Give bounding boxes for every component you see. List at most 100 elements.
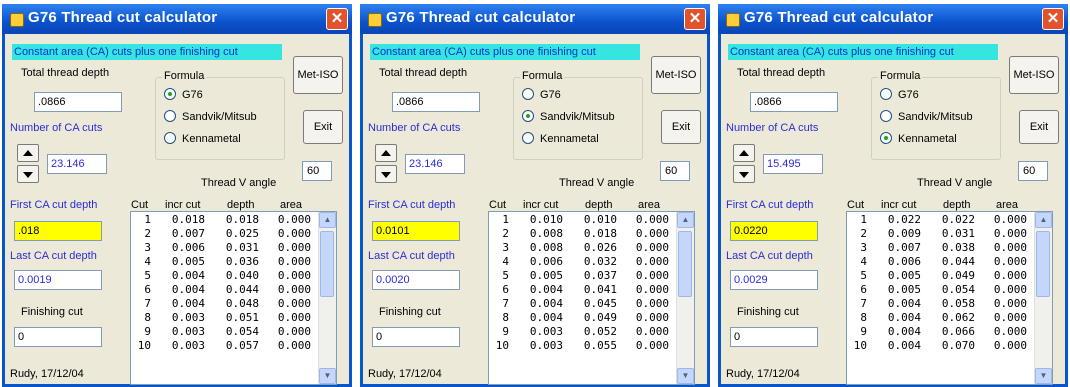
formula-option-kennametal[interactable]: Kennametal xyxy=(164,132,241,145)
list-row[interactable]: 9 0.004 0.066 0.000 xyxy=(851,325,1033,339)
list-row[interactable]: 8 0.003 0.051 0.000 xyxy=(135,311,317,325)
spin-up-button[interactable] xyxy=(375,144,397,162)
list-cell: 0.004 xyxy=(887,339,921,352)
angle-input[interactable]: 60 xyxy=(302,161,332,181)
list-row[interactable]: 3 0.007 0.038 0.000 xyxy=(851,241,1033,255)
total-depth-input[interactable]: .0866 xyxy=(750,92,838,112)
exit-button[interactable]: Exit xyxy=(1019,110,1059,144)
close-button[interactable]: ✕ xyxy=(1042,8,1064,30)
list-row[interactable]: 7 0.004 0.048 0.000 xyxy=(135,297,317,311)
radio-icon xyxy=(164,88,176,100)
cuts-list[interactable]: 1 0.018 0.018 0.000 2 0.007 0.025 0.000 3 0.006 0.… xyxy=(130,211,337,385)
finishing-input[interactable]: 0 xyxy=(372,327,460,347)
scrollbar[interactable]: ▲ ▼ xyxy=(676,212,694,384)
list-cell: 9 xyxy=(502,325,509,338)
radio-icon xyxy=(880,132,892,144)
exit-button[interactable]: Exit xyxy=(303,110,343,144)
list-row[interactable]: 6 0.004 0.041 0.000 xyxy=(493,283,675,297)
list-row[interactable]: 9 0.003 0.052 0.000 xyxy=(493,325,675,339)
total-depth-input[interactable]: .0866 xyxy=(34,92,122,112)
mode-banner: Constant area (CA) cuts plus one finishi… xyxy=(728,44,998,60)
formula-option-kennametal[interactable]: Kennametal xyxy=(880,132,957,145)
column-header-area: area xyxy=(996,199,1019,211)
list-cell: 0.007 xyxy=(171,227,205,240)
window-title: G76 Thread cut calculator xyxy=(28,9,218,26)
list-row[interactable]: 5 0.005 0.049 0.000 xyxy=(851,269,1033,283)
finishing-input[interactable]: 0 xyxy=(14,327,102,347)
spin-up-button[interactable] xyxy=(733,144,755,162)
list-row[interactable]: 2 0.007 0.025 0.000 xyxy=(135,227,317,241)
scroll-up-icon[interactable]: ▲ xyxy=(1035,212,1052,228)
first-cut-input[interactable]: 0.0101 xyxy=(372,221,460,241)
list-cell: 0.000 xyxy=(277,213,311,226)
cuts-list[interactable]: 1 0.022 0.022 0.000 2 0.009 0.031 0.000 3 0.007 0.… xyxy=(846,211,1053,385)
list-row[interactable]: 8 0.004 0.062 0.000 xyxy=(851,311,1033,325)
spin-down-button[interactable] xyxy=(733,165,755,183)
list-row[interactable]: 4 0.006 0.044 0.000 xyxy=(851,255,1033,269)
first-cut-input[interactable]: .018 xyxy=(14,221,102,241)
list-row[interactable]: 5 0.004 0.040 0.000 xyxy=(135,269,317,283)
scroll-down-icon[interactable]: ▼ xyxy=(319,368,336,384)
cuts-list[interactable]: 1 0.010 0.010 0.000 2 0.008 0.018 0.000 3 0.008 0.… xyxy=(488,211,695,385)
angle-input[interactable]: 60 xyxy=(1018,161,1048,181)
list-cell: 0.000 xyxy=(277,241,311,254)
formula-option-sandvik[interactable]: Sandvik/Mitsub xyxy=(522,110,615,123)
formula-option-g76[interactable]: G76 xyxy=(880,88,919,101)
scroll-up-icon[interactable]: ▲ xyxy=(319,212,336,228)
list-row[interactable]: 4 0.005 0.036 0.000 xyxy=(135,255,317,269)
list-cell: 0.040 xyxy=(225,269,259,282)
list-row[interactable]: 1 0.022 0.022 0.000 xyxy=(851,213,1033,227)
list-row[interactable]: 2 0.008 0.018 0.000 xyxy=(493,227,675,241)
first-cut-input[interactable]: 0.0220 xyxy=(730,221,818,241)
met-iso-button[interactable]: Met-ISO xyxy=(293,56,343,94)
formula-option-sandvik[interactable]: Sandvik/Mitsub xyxy=(164,110,257,123)
list-row[interactable]: 5 0.005 0.037 0.000 xyxy=(493,269,675,283)
list-row[interactable]: 7 0.004 0.045 0.000 xyxy=(493,297,675,311)
close-button[interactable]: ✕ xyxy=(326,8,348,30)
list-row[interactable]: 3 0.008 0.026 0.000 xyxy=(493,241,675,255)
list-row[interactable]: 2 0.009 0.031 0.000 xyxy=(851,227,1033,241)
list-cell: 2 xyxy=(144,227,151,240)
spin-down-button[interactable] xyxy=(375,165,397,183)
scrollbar[interactable]: ▲ ▼ xyxy=(1034,212,1052,384)
arrow-up-icon xyxy=(23,150,33,156)
spin-down-button[interactable] xyxy=(17,165,39,183)
list-row[interactable]: 4 0.006 0.032 0.000 xyxy=(493,255,675,269)
formula-option-kennametal[interactable]: Kennametal xyxy=(522,132,599,145)
list-row[interactable]: 9 0.003 0.054 0.000 xyxy=(135,325,317,339)
list-row[interactable]: 6 0.005 0.054 0.000 xyxy=(851,283,1033,297)
list-row[interactable]: 6 0.004 0.044 0.000 xyxy=(135,283,317,297)
list-row[interactable]: 8 0.004 0.049 0.000 xyxy=(493,311,675,325)
met-iso-button[interactable]: Met-ISO xyxy=(651,56,701,94)
list-row[interactable]: 7 0.004 0.058 0.000 xyxy=(851,297,1033,311)
scrollbar[interactable]: ▲ ▼ xyxy=(318,212,336,384)
finishing-input[interactable]: 0 xyxy=(730,327,818,347)
angle-input[interactable]: 60 xyxy=(660,161,690,181)
column-header-cut: Cut xyxy=(847,199,865,211)
scroll-down-icon[interactable]: ▼ xyxy=(1035,368,1052,384)
met-iso-button[interactable]: Met-ISO xyxy=(1009,56,1059,94)
list-cell: 0.025 xyxy=(225,227,259,240)
formula-option-sandvik[interactable]: Sandvik/Mitsub xyxy=(880,110,973,123)
list-row[interactable]: 3 0.006 0.031 0.000 xyxy=(135,241,317,255)
list-row[interactable]: 1 0.010 0.010 0.000 xyxy=(493,213,675,227)
list-cell: 0.031 xyxy=(941,227,975,240)
total-depth-input[interactable]: .0866 xyxy=(392,92,480,112)
list-row[interactable]: 10 0.004 0.070 0.000 xyxy=(851,339,1033,353)
formula-option-g76[interactable]: G76 xyxy=(164,88,203,101)
close-button[interactable]: ✕ xyxy=(684,8,706,30)
scroll-thumb[interactable] xyxy=(678,231,692,297)
scroll-thumb[interactable] xyxy=(1036,231,1050,297)
list-row[interactable]: 1 0.018 0.018 0.000 xyxy=(135,213,317,227)
title-bar[interactable]: G76 Thread cut calculator ✕ xyxy=(360,4,710,34)
spin-up-button[interactable] xyxy=(17,144,39,162)
list-row[interactable]: 10 0.003 0.055 0.000 xyxy=(493,339,675,353)
scroll-down-icon[interactable]: ▼ xyxy=(677,368,694,384)
list-row[interactable]: 10 0.003 0.057 0.000 xyxy=(135,339,317,353)
title-bar[interactable]: G76 Thread cut calculator ✕ xyxy=(2,4,352,34)
scroll-up-icon[interactable]: ▲ xyxy=(677,212,694,228)
title-bar[interactable]: G76 Thread cut calculator ✕ xyxy=(718,4,1068,34)
scroll-thumb[interactable] xyxy=(320,231,334,297)
formula-option-g76[interactable]: G76 xyxy=(522,88,561,101)
exit-button[interactable]: Exit xyxy=(661,110,701,144)
